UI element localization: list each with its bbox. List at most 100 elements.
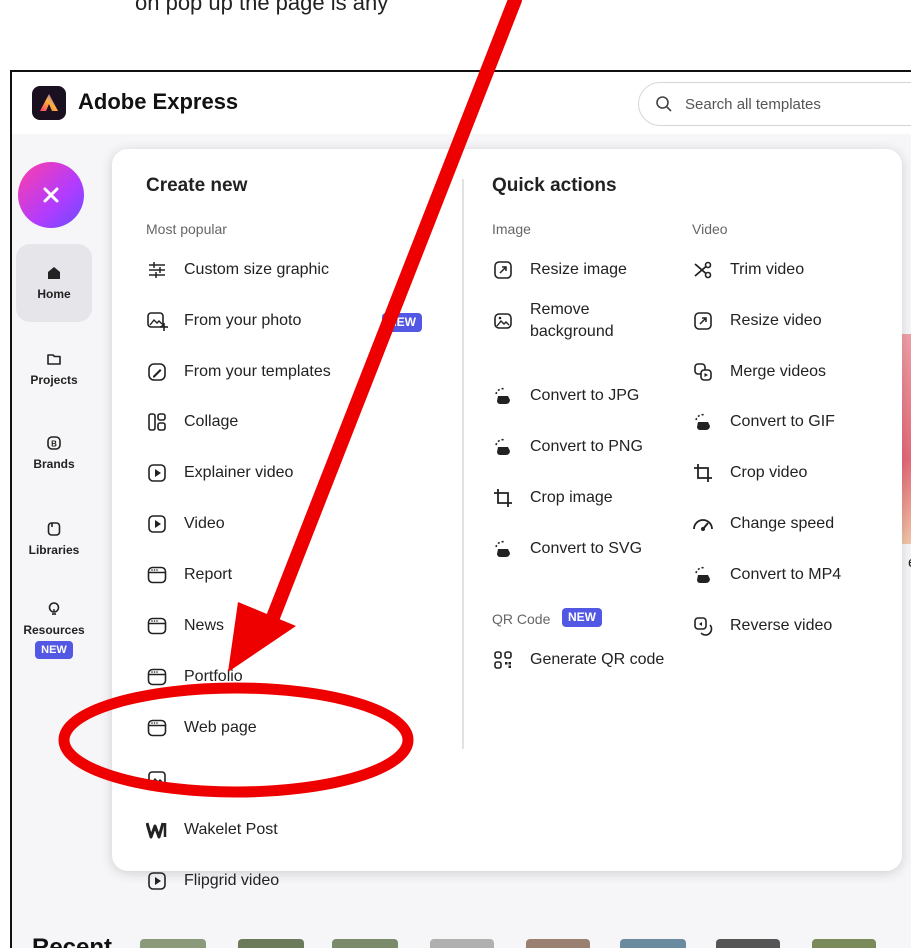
quick-action-label: Change speed: [730, 515, 835, 532]
search-input[interactable]: [683, 94, 907, 114]
rail-item-label: Home: [37, 287, 71, 301]
quick-action-label: Crop image: [530, 489, 613, 506]
quick-action-convert-png[interactable]: Convert to PNG: [492, 436, 643, 458]
webpage-icon: [147, 668, 167, 686]
quick-action-generate-qr[interactable]: Generate QR code: [492, 649, 664, 671]
quick-action-crop-video[interactable]: Crop video: [692, 462, 807, 484]
brand-icon: B: [47, 436, 61, 450]
quick-action-label: Resize image: [530, 261, 627, 278]
quick-action-label: Convert to PNG: [530, 438, 643, 455]
quick-action-merge-videos[interactable]: Merge videos: [692, 361, 826, 383]
folder-icon: [47, 354, 61, 365]
quick-action-label: Convert to SVG: [530, 540, 643, 557]
create-item-portfolio[interactable]: Portfolio: [146, 666, 243, 688]
app-title: Adobe Express: [78, 89, 239, 114]
quick-action-convert-mp4[interactable]: Convert to MP4: [692, 564, 841, 586]
create-item-label: Explainer video: [184, 464, 294, 481]
recent-thumb[interactable]: [430, 939, 494, 948]
svg-text:B: B: [51, 440, 57, 449]
quick-action-crop-image[interactable]: Crop image: [492, 487, 613, 509]
create-item-label: From your templates: [184, 363, 331, 380]
play-icon: [148, 872, 166, 890]
adobe-express-logo[interactable]: [32, 86, 66, 120]
quick-action-label-line2: background: [530, 323, 614, 340]
rail-item-label: Projects: [30, 373, 78, 387]
recent-thumb[interactable]: [332, 939, 398, 948]
create-item-news[interactable]: News: [146, 615, 224, 637]
close-icon: [43, 187, 59, 203]
create-item-from-templates[interactable]: From your templates: [146, 361, 331, 383]
create-item-label: Web page: [184, 719, 257, 736]
app-header: Adobe Express: [12, 72, 911, 135]
quick-action-label: Convert to JPG: [530, 387, 640, 404]
webpage-icon: [147, 566, 167, 584]
convert-icon: [695, 413, 710, 430]
crop-icon: [494, 489, 512, 507]
close-create-button[interactable]: [18, 162, 84, 228]
rail-item-libraries[interactable]: Libraries: [16, 500, 92, 578]
quick-action-change-speed[interactable]: Change speed: [692, 513, 834, 535]
rail-item-projects[interactable]: Projects: [16, 330, 92, 408]
recent-thumb[interactable]: [140, 939, 206, 948]
recent-thumb[interactable]: [620, 939, 686, 948]
create-item-image[interactable]: [146, 768, 184, 790]
create-item-label: Portfolio: [184, 668, 243, 685]
template-edit-icon: [148, 363, 166, 381]
create-menu-panel: Create new Most popular Custom size grap…: [112, 149, 902, 890]
quick-action-resize-image[interactable]: Resize image: [492, 259, 627, 281]
quick-action-remove-background[interactable]: Remove background: [492, 299, 614, 343]
quick-action-reverse-video[interactable]: Reverse video: [692, 615, 832, 637]
create-item-wakelet-post[interactable]: Wakelet Post: [146, 819, 278, 841]
quick-action-label: Generate QR code: [530, 651, 665, 668]
quick-action-resize-video[interactable]: Resize video: [692, 310, 822, 332]
wakelet-icon: [146, 822, 167, 839]
convert-icon: [495, 438, 510, 455]
create-item-label: From your photo: [184, 312, 302, 329]
rail-item-brands[interactable]: B Brands: [16, 414, 92, 492]
quick-action-label: Resize video: [730, 312, 822, 329]
webpage-icon: [147, 719, 167, 737]
lightbulb-icon: [48, 602, 60, 615]
create-item-label: Video: [184, 515, 225, 532]
quick-action-convert-jpg[interactable]: Convert to JPG: [492, 385, 639, 407]
webpage-icon: [147, 617, 167, 635]
quick-action-convert-svg[interactable]: Convert to SVG: [492, 538, 642, 560]
speed-icon: [693, 519, 713, 531]
crop-icon: [694, 464, 712, 482]
quick-action-label: Reverse video: [730, 617, 833, 634]
logo-icon: [40, 94, 58, 111]
recent-thumb[interactable]: [716, 939, 780, 948]
create-item-from-photo[interactable]: From your photo: [146, 310, 301, 332]
image-section-label: Image: [492, 221, 531, 237]
rail-item-home[interactable]: Home: [16, 244, 92, 322]
create-item-label: Collage: [184, 413, 239, 430]
quick-action-label-line1: Remove: [530, 301, 590, 318]
create-item-web-page[interactable]: Web page: [146, 717, 257, 739]
create-item-label: News: [184, 617, 225, 634]
app-window: Adobe Express Home: [10, 70, 911, 948]
search-icon: [656, 96, 672, 112]
rail-item-label: Resources: [23, 623, 85, 637]
create-item-collage[interactable]: Collage: [146, 411, 238, 433]
recent-thumb[interactable]: [812, 939, 876, 948]
quick-action-trim-video[interactable]: Trim video: [692, 259, 804, 281]
rail-item-resources[interactable]: Resources NEW: [16, 580, 92, 680]
home-icon: [48, 267, 60, 279]
quick-action-label: Merge videos: [730, 363, 827, 380]
convert-icon: [495, 540, 510, 557]
recent-thumb[interactable]: [526, 939, 590, 948]
create-item-flipgrid-video[interactable]: Flipgrid video: [146, 870, 279, 892]
create-item-explainer-video[interactable]: Explainer video: [146, 462, 293, 484]
create-item-label: Report: [184, 566, 233, 583]
create-item-report[interactable]: Report: [146, 564, 232, 586]
create-item-video[interactable]: Video: [146, 513, 225, 535]
image-icon: [148, 771, 166, 787]
recent-thumb[interactable]: [238, 939, 304, 948]
quick-action-convert-gif[interactable]: Convert to GIF: [692, 411, 835, 433]
collage-icon: [148, 413, 166, 431]
create-item-custom-size[interactable]: Custom size graphic: [146, 259, 329, 281]
quick-actions-heading: Quick actions: [492, 175, 617, 196]
app-body: Home Projects B Brands Libraries Resourc…: [12, 134, 911, 948]
search-box[interactable]: [638, 82, 911, 126]
rail-item-label: Libraries: [28, 543, 80, 557]
